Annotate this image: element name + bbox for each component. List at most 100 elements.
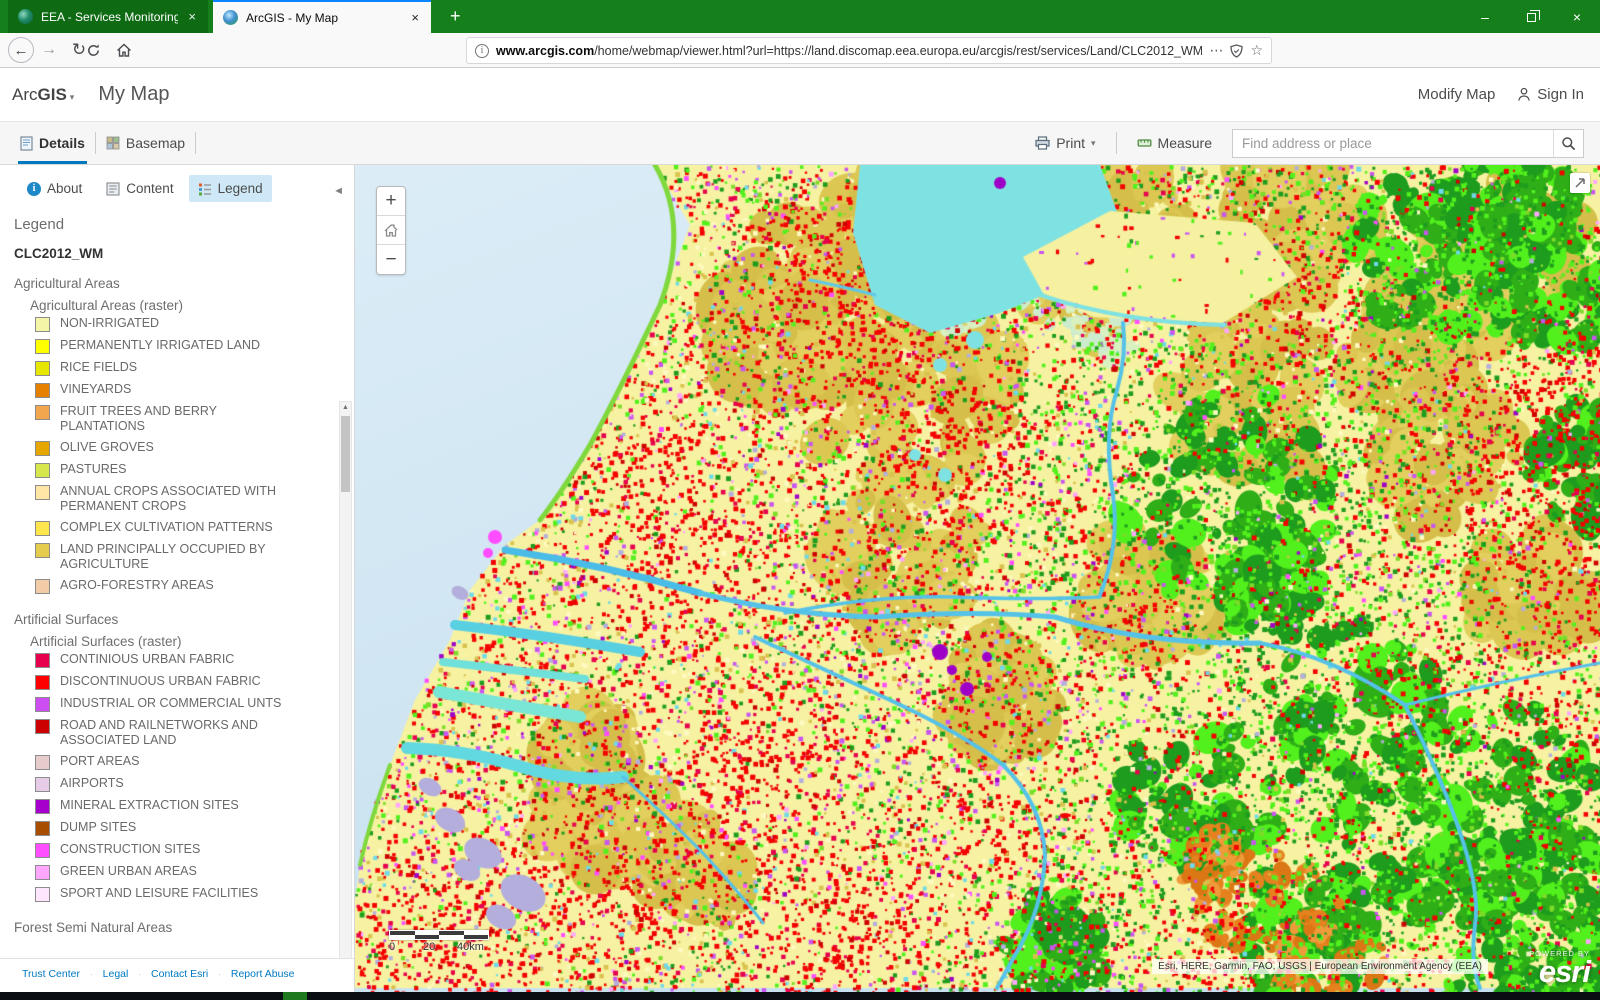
back-button[interactable]: ←	[8, 37, 34, 63]
person-icon	[1517, 87, 1531, 102]
legend-label: GREEN URBAN AREAS	[60, 864, 197, 879]
details-button[interactable]: Details	[10, 122, 95, 164]
print-button[interactable]: Print ▾	[1025, 135, 1105, 151]
legend-item: MINERAL EXTRACTION SITES	[35, 795, 340, 817]
legend-label: MINERAL EXTRACTION SITES	[60, 798, 239, 813]
legend-swatch	[35, 361, 50, 376]
legend-swatch	[35, 485, 50, 500]
footer-link-report-abuse[interactable]: Report Abuse	[231, 968, 295, 980]
legend-group-subtitle: Agricultural Areas (raster)	[30, 298, 340, 313]
footer-link-legal[interactable]: Legal	[103, 968, 129, 980]
legend-swatch	[35, 755, 50, 770]
legend-label: VINEYARDS	[60, 382, 131, 397]
basemap-button[interactable]: Basemap	[96, 122, 195, 164]
close-button[interactable]: ×	[1554, 9, 1600, 25]
search-button[interactable]	[1553, 130, 1583, 157]
scrollbar-thumb[interactable]	[341, 416, 350, 492]
browser-tab-bar: EEA - Services Monitoring × ArcGIS - My …	[0, 0, 1600, 33]
map-toolbar: Details Basemap Print ▾ Measure	[0, 121, 1600, 165]
legend-label: DUMP SITES	[60, 820, 136, 835]
address-search	[1232, 129, 1584, 158]
legend-label: ROAD AND RAILNETWORKS AND ASSOCIATED LAN…	[60, 718, 295, 748]
legend-group-subtitle: Artificial Surfaces (raster)	[30, 634, 340, 649]
scalebar-end: 40km	[457, 941, 484, 953]
legend-swatch	[35, 339, 50, 354]
land-cover-map-canvas[interactable]	[355, 165, 1600, 992]
map-scalebar: 0 20 40km	[389, 930, 501, 954]
bookmark-star-icon[interactable]: ☆	[1250, 42, 1263, 59]
home-extent-icon	[383, 223, 399, 238]
legend-item: OLIVE GROVES	[35, 437, 340, 459]
content-icon	[106, 182, 120, 196]
measure-icon	[1137, 136, 1152, 150]
window-controls: – ×	[1462, 0, 1600, 33]
map-view[interactable]: + − 0 20 40km Esri, HERE, Garmin, FAO, U…	[355, 165, 1600, 992]
footer-link-trust-center[interactable]: Trust Center	[22, 968, 80, 980]
sign-in-link[interactable]: Sign In	[1517, 86, 1584, 103]
legend-item: LAND PRINCIPALLY OCCUPIED BY AGRICULTURE	[35, 539, 340, 575]
tab-eea-services-monitoring[interactable]: EEA - Services Monitoring ×	[8, 0, 208, 33]
legend-swatch	[35, 719, 50, 734]
layer-name: CLC2012_WM	[14, 246, 340, 261]
powered-by-label: Powered by	[1529, 949, 1590, 958]
forward-button[interactable]: →	[34, 41, 64, 59]
legend-group-title: Agricultural Areas	[14, 276, 340, 291]
legend-item: PERMANENTLY IRRIGATED LAND	[35, 335, 340, 357]
legend-swatch	[35, 653, 50, 668]
new-tab-button[interactable]: +	[442, 4, 469, 28]
legend-swatch	[35, 843, 50, 858]
legend-swatch	[35, 887, 50, 902]
tab-close-icon[interactable]: ×	[409, 10, 421, 25]
brand-caret-icon: ▾	[70, 92, 75, 102]
home-extent-button[interactable]	[377, 216, 405, 245]
url-text[interactable]: www.arcgis.com/home/webmap/viewer.html?u…	[496, 44, 1202, 58]
legend-item: RICE FIELDS	[35, 357, 340, 379]
legend-label: CONSTRUCTION SITES	[60, 842, 200, 857]
footer-link-contact-esri[interactable]: Contact Esri	[151, 968, 208, 980]
legend-swatch	[35, 865, 50, 880]
legend-panel: Legend CLC2012_WM Agricultural AreasAgri…	[0, 208, 354, 935]
panel-collapse-icon[interactable]: ◄	[333, 185, 344, 197]
modify-map-link[interactable]: Modify Map	[1418, 86, 1496, 103]
tab-close-icon[interactable]: ×	[186, 9, 198, 24]
minimize-button[interactable]: –	[1462, 9, 1508, 25]
scalebar-mid: 20	[423, 941, 435, 953]
legend-swatch	[35, 317, 50, 332]
arcgis-favicon	[223, 10, 238, 25]
panel-tab-about[interactable]: i About	[18, 175, 91, 202]
details-panel: i About Content Legend ◄ Legend CLC2012_…	[0, 165, 355, 992]
panel-footer: Trust Center·Legal·Contact Esri·Report A…	[0, 958, 354, 992]
legend-label: PASTURES	[60, 462, 126, 477]
panel-tab-content[interactable]: Content	[97, 175, 182, 202]
reload-icon[interactable]	[86, 43, 116, 58]
legend-label: PORT AREAS	[60, 754, 139, 769]
measure-button[interactable]: Measure	[1127, 135, 1222, 151]
legend-swatch	[35, 675, 50, 690]
arcgis-brand[interactable]: ArcGIS▾	[12, 85, 74, 105]
restore-icon	[1527, 13, 1536, 22]
map-navigation-arrow-icon[interactable]	[1570, 173, 1590, 193]
search-input[interactable]	[1233, 136, 1553, 151]
legend-swatch	[35, 463, 50, 478]
legend-swatch	[35, 697, 50, 712]
restore-button[interactable]	[1508, 9, 1554, 25]
legend-icon	[198, 182, 212, 196]
tab-arcgis-my-map[interactable]: ArcGIS - My Map ×	[213, 0, 431, 33]
panel-tab-legend[interactable]: Legend	[189, 175, 272, 202]
legend-list: Agricultural Areas Agricultural Areas (ra…	[14, 276, 340, 935]
legend-swatch	[35, 579, 50, 594]
panel-scrollbar[interactable]: ▲ ▼	[339, 401, 352, 992]
basemap-icon	[106, 136, 120, 150]
legend-label: LAND PRINCIPALLY OCCUPIED BY AGRICULTURE	[60, 542, 295, 572]
home-button[interactable]	[116, 43, 146, 58]
zoom-in-button[interactable]: +	[377, 187, 405, 216]
legend-item: PORT AREAS	[35, 751, 340, 773]
site-info-icon[interactable]: i	[475, 44, 489, 58]
url-bar[interactable]: i www.arcgis.com/home/webmap/viewer.html…	[466, 37, 1272, 64]
zoom-out-button[interactable]: −	[377, 245, 405, 274]
legend-label: RICE FIELDS	[60, 360, 137, 375]
legend-item: ANNUAL CROPS ASSOCIATED WITH PERMANENT C…	[35, 481, 340, 517]
tracking-shield-icon[interactable]	[1230, 44, 1243, 58]
scroll-up-icon[interactable]: ▲	[340, 404, 351, 411]
page-actions-icon[interactable]: ⋯	[1209, 42, 1223, 59]
